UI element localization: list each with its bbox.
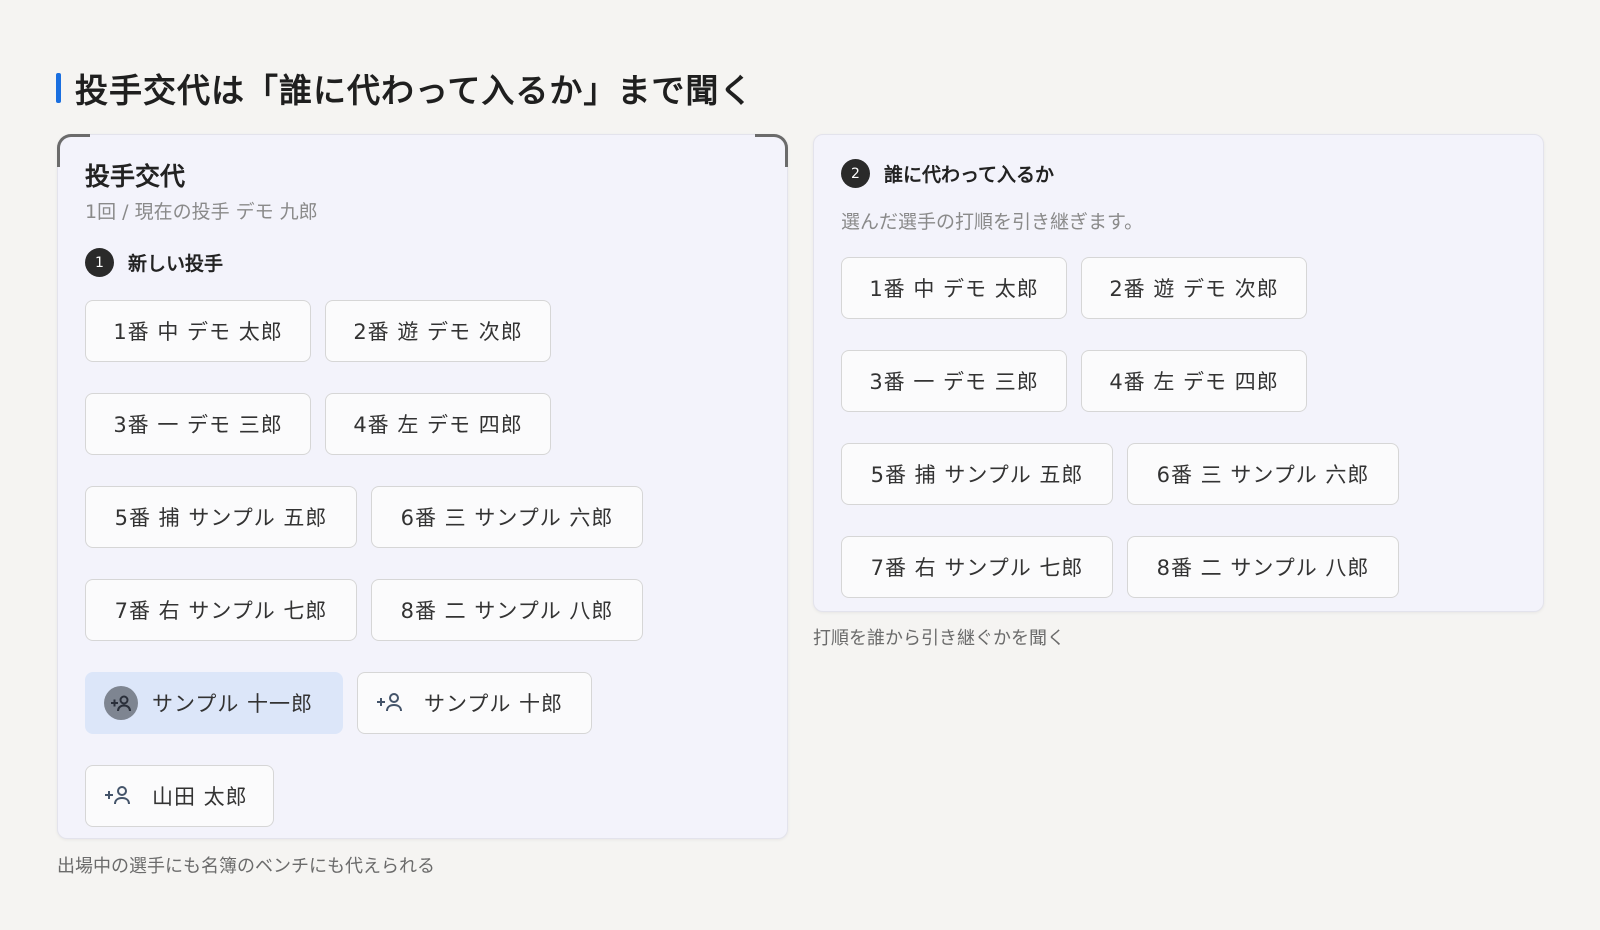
page-title: 投手交代は「誰に代わって入るか」まで聞く	[56, 64, 753, 112]
player-chip[interactable]: 8番 二 サンプル 八郎	[371, 579, 643, 641]
page-title-text: 投手交代は「誰に代わって入るか」まで聞く	[75, 71, 754, 110]
left-caption: 出場中の選手にも名簿のベンチにも代えられる	[57, 856, 435, 877]
player-chip[interactable]: 3番 一 デモ 三郎	[841, 350, 1067, 412]
replace-target-options: 1番 中 デモ 太郎 2番 遊 デモ 次郎 3番 一 デモ 三郎 4番 左 デモ…	[841, 257, 1399, 629]
player-chip[interactable]: 3番 一 デモ 三郎	[85, 393, 311, 455]
player-chip[interactable]: 7番 右 サンプル 七郎	[841, 536, 1113, 598]
bench-player-name: サンプル 十一郎	[152, 692, 314, 716]
bench-player-chip[interactable]: サンプル 十郎	[357, 672, 592, 734]
replace-whom-card: 2 誰に代わって入るか 選んだ選手の打順を引き継ぎます。 1番 中 デモ 太郎 …	[813, 134, 1544, 612]
player-chip[interactable]: 1番 中 デモ 太郎	[85, 300, 311, 362]
player-chip[interactable]: 1番 中 デモ 太郎	[841, 257, 1067, 319]
pitcher-change-card: 投手交代 1回 / 現在の投手 デモ 九郎 1 新しい投手 1番 中 デモ 太郎…	[57, 134, 788, 839]
player-chip[interactable]: 5番 捕 サンプル 五郎	[85, 486, 357, 548]
player-chip[interactable]: 4番 左 デモ 四郎	[1081, 350, 1307, 412]
step-replace-whom: 2 誰に代わって入るか	[841, 159, 1054, 188]
new-pitcher-options: 1番 中 デモ 太郎 2番 遊 デモ 次郎 3番 一 デモ 三郎 4番 左 デモ…	[85, 300, 643, 858]
title-accent-bar	[56, 73, 61, 103]
step-description: 選んだ選手の打順を引き継ぎます。	[841, 211, 1144, 233]
player-chip[interactable]: 6番 三 サンプル 六郎	[1127, 443, 1399, 505]
step-new-pitcher: 1 新しい投手	[85, 248, 223, 277]
person-add-icon	[104, 785, 132, 807]
player-chip[interactable]: 2番 遊 デモ 次郎	[325, 300, 551, 362]
step-number-badge: 2	[841, 159, 870, 188]
bench-player-chip-selected[interactable]: サンプル 十一郎	[85, 672, 343, 734]
step-label: 誰に代わって入るか	[884, 164, 1055, 186]
player-chip[interactable]: 4番 左 デモ 四郎	[325, 393, 551, 455]
person-add-icon	[376, 692, 404, 714]
player-chip[interactable]: 5番 捕 サンプル 五郎	[841, 443, 1113, 505]
player-chip[interactable]: 6番 三 サンプル 六郎	[371, 486, 643, 548]
bench-player-name: 山田 太郎	[152, 785, 248, 809]
player-chip[interactable]: 7番 右 サンプル 七郎	[85, 579, 357, 641]
step-number-badge: 1	[85, 248, 114, 277]
player-chip[interactable]: 8番 二 サンプル 八郎	[1127, 536, 1399, 598]
bench-player-chip[interactable]: 山田 太郎	[85, 765, 274, 827]
bench-player-name: サンプル 十郎	[424, 692, 564, 716]
right-caption: 打順を誰から引き継ぐかを聞く	[813, 628, 1065, 649]
person-add-icon	[104, 686, 138, 720]
player-chip[interactable]: 2番 遊 デモ 次郎	[1081, 257, 1307, 319]
card-title: 投手交代	[85, 162, 186, 191]
step-label: 新しい投手	[128, 253, 224, 275]
current-pitcher-info: 1回 / 現在の投手 デモ 九郎	[85, 201, 318, 223]
